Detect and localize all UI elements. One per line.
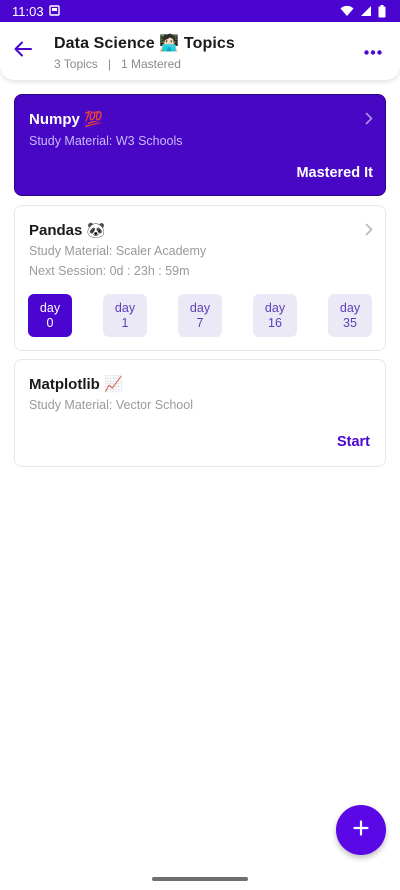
topic-card-numpy[interactable]: Numpy 💯 Study Material: W3 Schools Maste… [14,94,386,196]
add-topic-button[interactable] [336,805,386,855]
day-chip-label: day [339,300,361,315]
day-chip-16[interactable]: day 16 [253,294,297,337]
day-chip-1[interactable]: day 1 [103,294,147,337]
page-title: Data Science 🧑🏻‍💻 Topics [54,35,235,52]
day-chip-label: day [189,300,211,315]
topics-count: 3 Topics [54,57,98,71]
next-session-countdown: Next Session: 0d : 23h : 59m [29,264,190,278]
topic-card-matplotlib[interactable]: Matplotlib 📈 Study Material: Vector Scho… [14,359,386,467]
chevron-right-icon [365,223,373,241]
day-chip-number: 35 [343,315,357,330]
topic-study-material: Study Material: Scaler Academy [29,244,207,258]
topic-title: Pandas 🐼 [29,222,106,239]
header-subtitle: 3 Topics | 1 Mastered [54,57,235,71]
header-separator: | [107,57,111,71]
back-button[interactable] [10,38,36,64]
day-chip-label: day [39,300,61,315]
day-chip-number: 0 [46,315,54,330]
start-button[interactable]: Start [337,434,370,450]
arrow-left-icon [14,41,32,62]
header-title-block: Data Science 🧑🏻‍💻 Topics 3 Topics | 1 Ma… [54,33,235,71]
topic-study-material: Study Material: W3 Schools [29,134,183,148]
battery-icon [378,4,386,18]
day-chip-number: 16 [268,315,282,330]
more-options-button[interactable] [360,41,386,61]
topic-card-pandas[interactable]: Pandas 🐼 Study Material: Scaler Academy … [14,205,386,351]
day-chip-35[interactable]: day 35 [328,294,372,337]
day-chip-number: 7 [196,315,204,330]
plus-icon [353,819,369,841]
day-chip-0[interactable]: day 0 [28,294,72,337]
day-chip-label: day [264,300,286,315]
status-bar: 11:03 [0,0,400,22]
mastered-status-label: Mastered It [296,165,373,181]
screenshot-icon [48,4,60,19]
topic-title: Matplotlib 📈 [29,376,123,393]
mastered-count: 1 Mastered [120,57,181,71]
more-horizontal-icon [364,42,382,60]
day-chip-7[interactable]: day 7 [178,294,222,337]
day-chip-number: 1 [121,315,129,330]
app-bar: Data Science 🧑🏻‍💻 Topics 3 Topics | 1 Ma… [0,22,400,80]
day-chip-label: day [114,300,136,315]
chevron-right-icon [365,112,373,130]
topic-study-material: Study Material: Vector School [29,398,193,412]
status-time: 11:03 [12,3,44,19]
wifi-icon [340,5,354,17]
signal-icon [360,5,372,17]
topic-title: Numpy 💯 [29,111,103,128]
home-gesture-bar[interactable] [152,877,248,881]
